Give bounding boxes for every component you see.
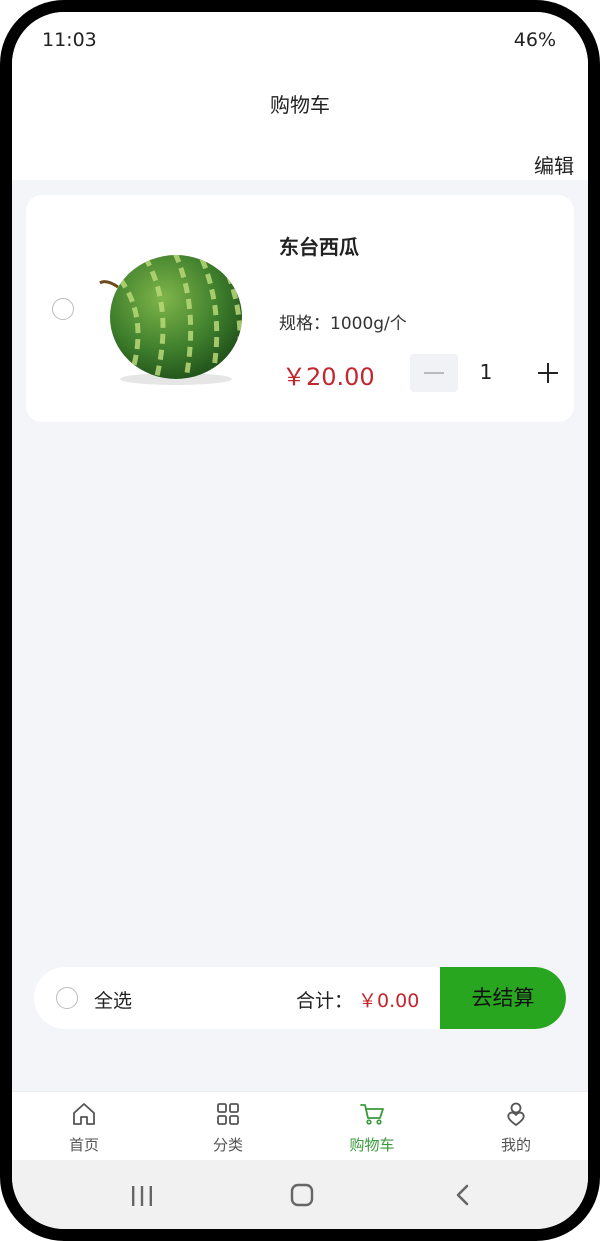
grid-icon [217,1103,239,1125]
system-nav-bar [12,1160,588,1229]
select-all-label[interactable]: 全选 [94,986,132,1013]
edit-button[interactable]: 编辑 [534,150,574,179]
status-bar: 11:03 46% [12,12,588,72]
cart-icon [360,1104,384,1125]
tab-label: 我的 [500,1136,531,1154]
item-select-radio[interactable] [52,298,74,320]
tab-home[interactable]: 首页 [12,1092,156,1161]
product-name[interactable]: 东台西瓜 [279,231,359,260]
quantity-value: 1 [479,360,493,384]
screen: 11:03 46% 购物车 编辑 东台西瓜 规格：1000g/个 ￥20.00 … [12,12,588,1229]
watermelon-image [99,255,242,385]
cart-item-card: 东台西瓜 规格：1000g/个 ￥20.00 1 [26,195,574,422]
battery-level: 46% [513,29,556,51]
total-label: 合计： [296,990,354,1012]
increase-quantity-button[interactable] [524,354,572,392]
tab-label: 购物车 [349,1136,395,1154]
phone-frame: 11:03 46% 购物车 编辑 东台西瓜 规格：1000g/个 ￥20.00 … [0,0,600,1241]
total-value: ￥0.00 [358,990,420,1012]
tab-cart[interactable]: 购物车 [300,1092,444,1161]
tab-label: 分类 [212,1136,243,1154]
edit-row: 编辑 [12,132,588,180]
tab-category[interactable]: 分类 [156,1092,300,1161]
home-icon [73,1103,95,1125]
tab-bar: 首页 分类 购物车 我的 [12,1091,588,1161]
select-all-radio[interactable] [56,987,78,1009]
user-icon [507,1102,525,1126]
nav-bar: 购物车 [12,72,588,132]
home-nav-icon[interactable] [290,1183,314,1207]
back-icon[interactable] [455,1184,471,1206]
checkout-button[interactable]: 去结算 [440,967,566,1029]
tab-label: 首页 [68,1136,99,1154]
product-spec: 规格：1000g/个 [279,314,407,334]
checkout-bar: 全选 合计： ￥0.00 去结算 [34,967,566,1029]
page-title: 购物车 [270,93,330,117]
product-price: ￥20.00 [282,363,375,391]
minus-icon [424,372,444,374]
recents-icon[interactable] [130,1186,154,1206]
tab-mine[interactable]: 我的 [444,1092,588,1161]
decrease-quantity-button[interactable] [410,354,458,392]
status-time: 11:03 [42,29,97,51]
